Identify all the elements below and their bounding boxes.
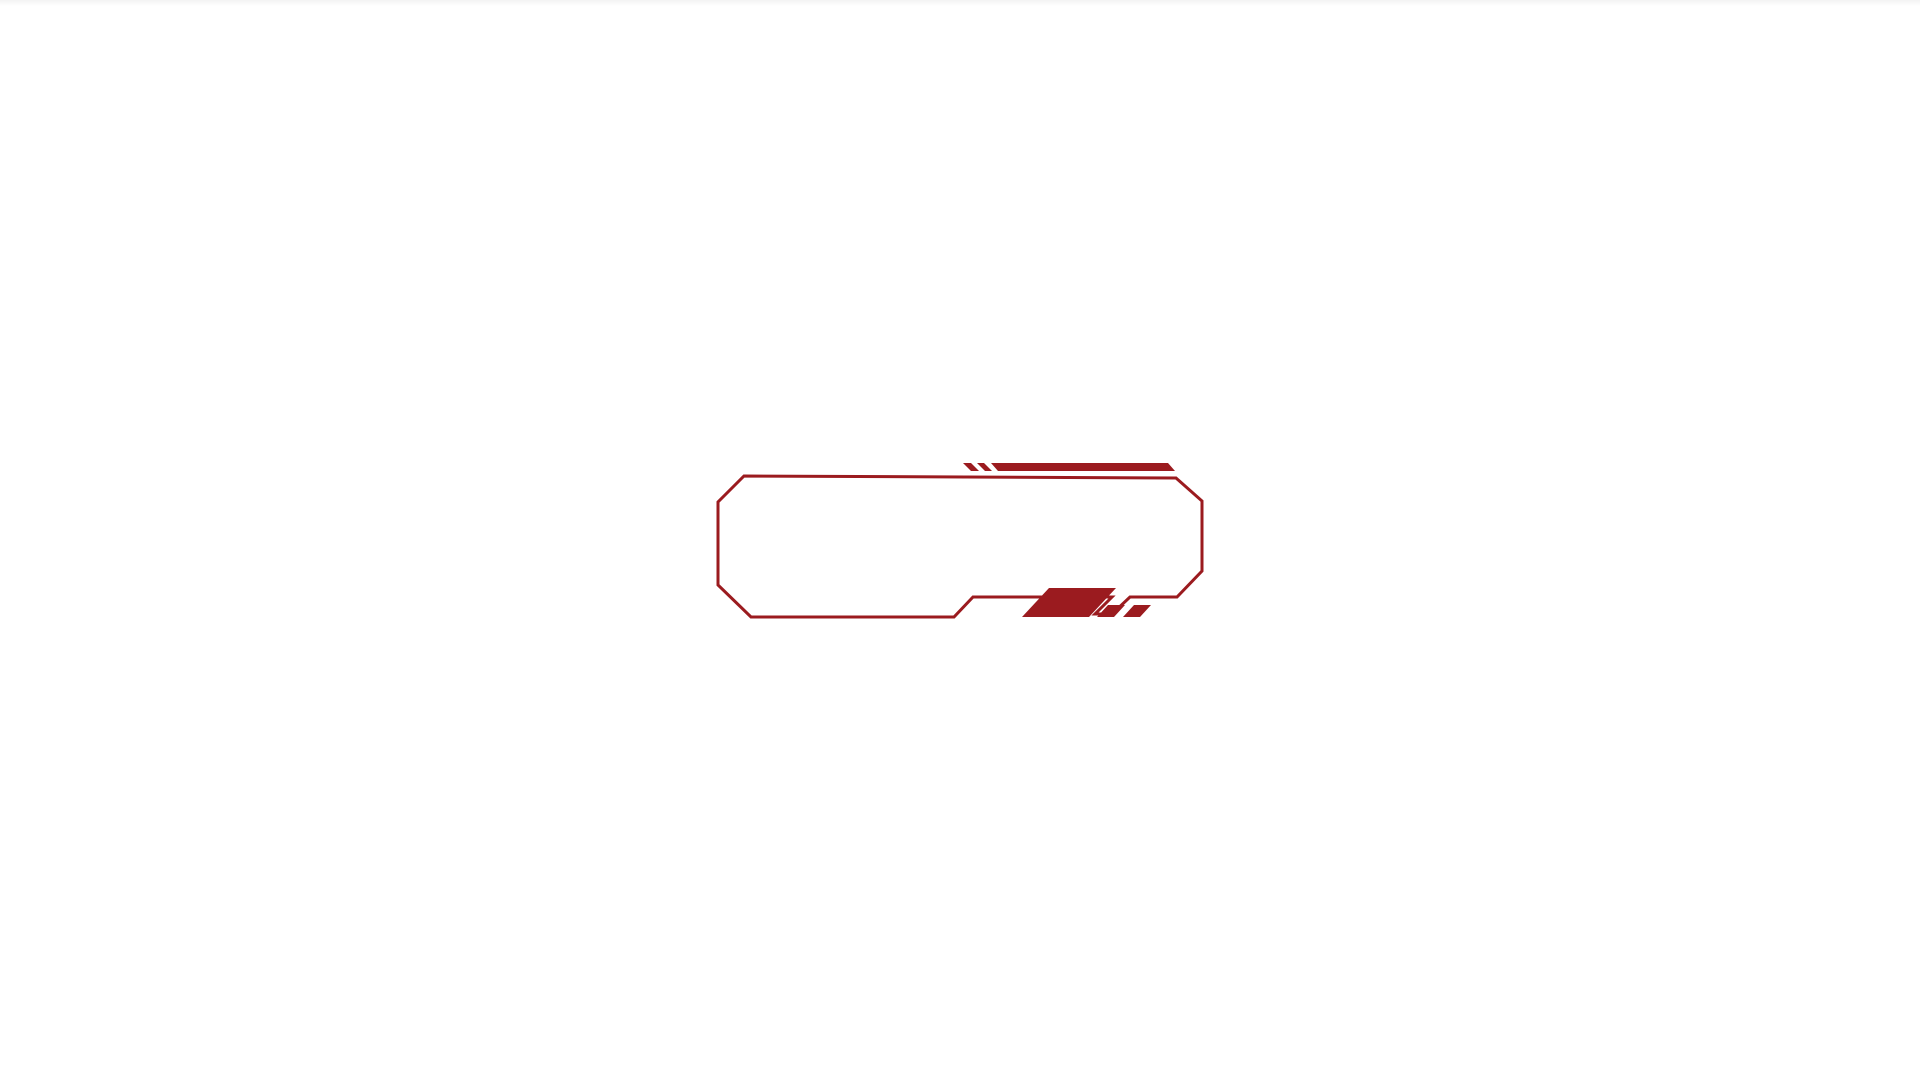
page bbox=[0, 0, 1920, 1080]
bottom-accent-chip bbox=[1123, 605, 1151, 617]
top-accent-stripe bbox=[963, 463, 979, 471]
top-accent-bar bbox=[991, 463, 1175, 471]
top-accent-stripe bbox=[977, 463, 992, 471]
frame-label bbox=[748, 488, 1172, 594]
